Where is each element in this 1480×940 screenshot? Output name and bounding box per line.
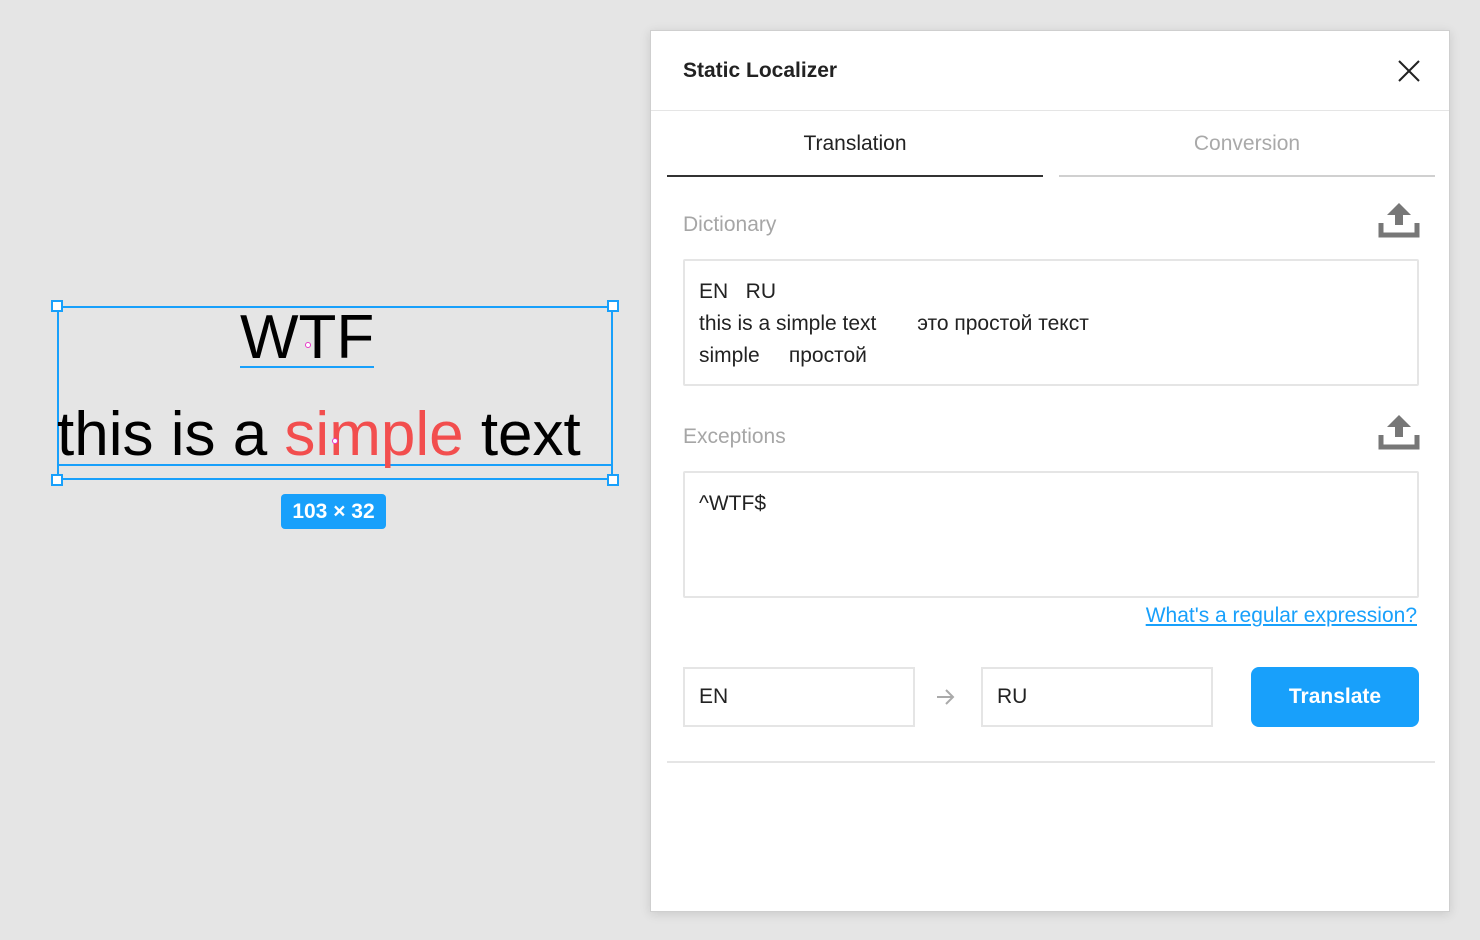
panel-header: Static Localizer bbox=[651, 31, 1449, 111]
body-text-after: text bbox=[463, 400, 581, 469]
resize-handle-top-right[interactable] bbox=[607, 300, 619, 312]
resize-handle-top-left[interactable] bbox=[51, 300, 63, 312]
upload-icon[interactable] bbox=[1378, 201, 1420, 239]
static-localizer-panel: Static Localizer Translation Conversion … bbox=[650, 30, 1450, 912]
exceptions-textarea[interactable]: ^WTF$ bbox=[683, 471, 1419, 598]
text-anchor-dot bbox=[332, 438, 338, 444]
tab-translation[interactable]: Translation bbox=[667, 111, 1043, 177]
dictionary-label: Dictionary bbox=[683, 213, 777, 236]
panel-title: Static Localizer bbox=[683, 59, 838, 82]
selection-size-badge: 103 × 32 bbox=[281, 494, 386, 529]
upload-icon[interactable] bbox=[1378, 413, 1420, 451]
exceptions-label: Exceptions bbox=[683, 425, 786, 448]
source-language-input[interactable]: EN bbox=[683, 667, 915, 727]
resize-handle-bottom-left[interactable] bbox=[51, 474, 63, 486]
text-anchor-dot bbox=[305, 342, 311, 348]
resize-handle-bottom-right[interactable] bbox=[607, 474, 619, 486]
design-canvas[interactable]: WTF this is a simple text 103 × 32 bbox=[0, 0, 650, 940]
regex-help-link[interactable]: What's a regular expression? bbox=[1146, 603, 1417, 629]
arrow-right-icon bbox=[935, 687, 957, 707]
body-text-highlight: simple bbox=[284, 400, 464, 469]
translate-button[interactable]: Translate bbox=[1251, 667, 1419, 727]
canvas-heading-text[interactable]: WTF bbox=[240, 307, 374, 369]
target-language-input[interactable]: RU bbox=[981, 667, 1213, 727]
body-text-before: this is a bbox=[57, 400, 285, 469]
tab-conversion[interactable]: Conversion bbox=[1059, 111, 1435, 177]
canvas-body-text[interactable]: this is a simple text bbox=[57, 404, 613, 466]
close-icon[interactable] bbox=[1395, 57, 1423, 85]
divider bbox=[667, 761, 1435, 763]
dictionary-textarea[interactable]: EN RU this is a simple text это простой … bbox=[683, 259, 1419, 386]
